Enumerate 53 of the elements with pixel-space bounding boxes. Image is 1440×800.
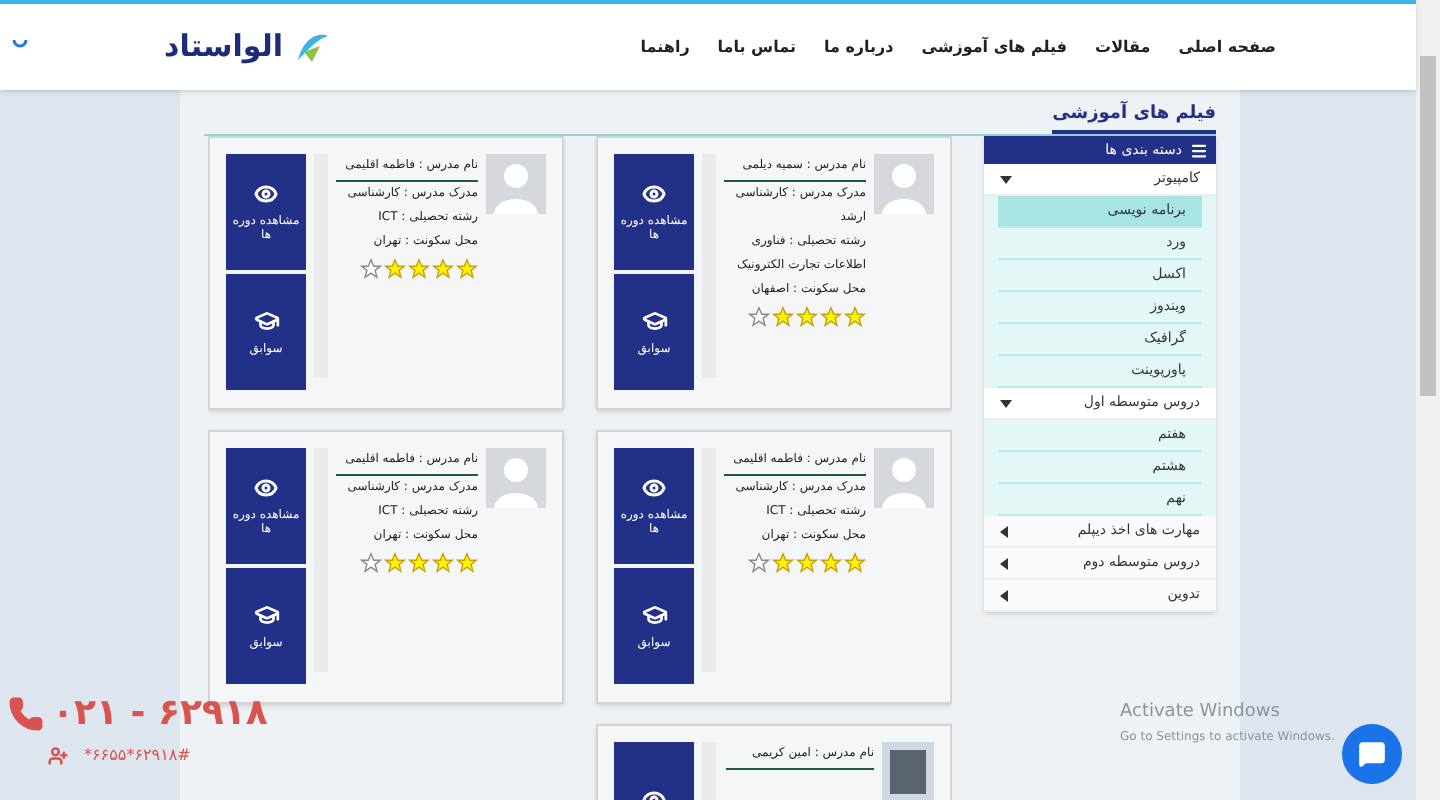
star-icon: [796, 306, 818, 328]
nav-link[interactable]: راهنما: [640, 35, 690, 59]
nav-link[interactable]: فیلم های آموزشی: [921, 35, 1068, 59]
user-icon: [48, 746, 68, 766]
star-icon: [456, 552, 478, 574]
star-icon: [432, 552, 454, 574]
star-icon: [384, 552, 406, 574]
star-icon: [384, 258, 406, 280]
chat-button[interactable]: [1342, 724, 1402, 784]
caret-icon: [1000, 589, 1008, 601]
star-icon: [360, 258, 382, 280]
avatar-icon: [486, 448, 546, 508]
star-icon: [820, 306, 842, 328]
star-icon: [748, 552, 770, 574]
star-icon: [456, 258, 478, 280]
graduation-cap-icon: [253, 307, 279, 334]
caret-icon: [1000, 557, 1008, 569]
star-icon: [796, 552, 818, 574]
star-icon: [844, 306, 866, 328]
star-icon: [772, 552, 794, 574]
star-icon: [772, 306, 794, 328]
star-icon: [844, 552, 866, 574]
page-scrollbar[interactable]: [1416, 0, 1440, 800]
avatar-icon: [874, 448, 934, 508]
nav-link[interactable]: صفحه اصلی: [1178, 35, 1276, 59]
star-icon: [360, 552, 382, 574]
nav-link[interactable]: مقالات: [1095, 35, 1151, 59]
graduation-cap-icon: [253, 601, 279, 628]
phone-number: ۰۲۱ - ۶۲۹۱۸: [52, 696, 268, 732]
star-icon: [408, 552, 430, 574]
caret-icon: [1000, 399, 1012, 407]
menu-icon: [1190, 141, 1208, 159]
nav-link[interactable]: تماس باما: [717, 35, 796, 59]
eye-icon: [254, 181, 278, 205]
star-icon: [748, 306, 770, 328]
avatar-icon: [874, 154, 934, 214]
graduation-cap-icon: [641, 307, 667, 334]
avatar-icon: [486, 154, 546, 214]
ussd-code: *۶۶۵۵*۶۲۹۱۸#: [84, 744, 191, 768]
graduation-cap-icon: [641, 601, 667, 628]
logo-text[interactable]: الواستاد: [164, 24, 284, 70]
eye-icon: [642, 181, 666, 205]
chat-icon: [1358, 740, 1386, 768]
caret-icon: [1000, 175, 1012, 183]
nav-link[interactable]: درباره ما: [823, 35, 894, 59]
eye-icon: [254, 475, 278, 499]
star-icon: [432, 258, 454, 280]
activation-title: Activate Windows: [1120, 700, 1282, 726]
star-icon: [820, 552, 842, 574]
phone-icon: [8, 696, 44, 732]
eye-icon: [642, 475, 666, 499]
caret-icon: [1000, 525, 1008, 537]
star-icon: [408, 258, 430, 280]
